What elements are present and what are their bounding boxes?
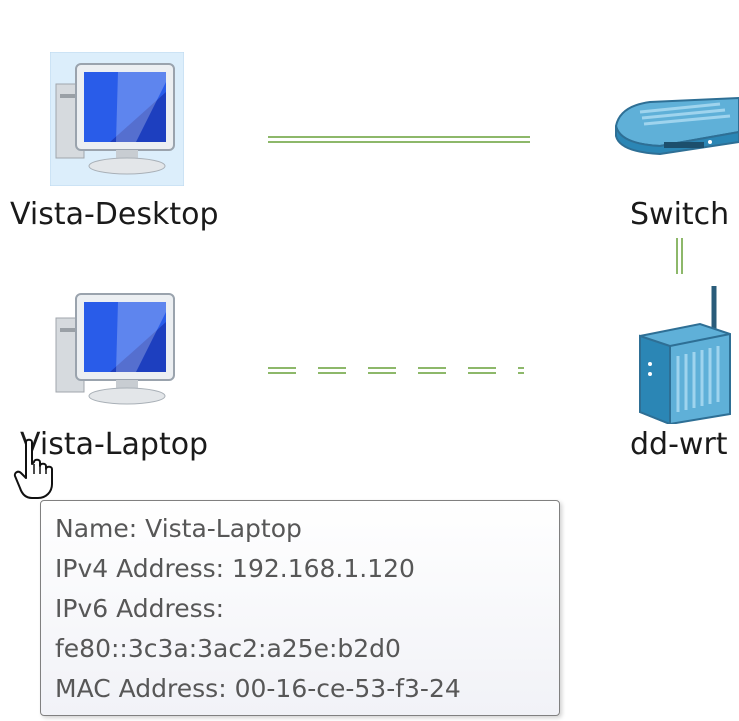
tooltip-name-label: Name: [55, 514, 138, 543]
device-switch[interactable] [610, 92, 739, 162]
computer-icon [55, 293, 175, 405]
wireless-router-icon [639, 286, 731, 426]
tooltip-ipv6-row: IPv6 Address: [55, 589, 545, 629]
tooltip-mac-value: 00-16-ce-53-f3-24 [234, 674, 461, 703]
wired-link-switch-router [676, 238, 683, 274]
device-dd-wrt[interactable] [630, 284, 739, 426]
switch-icon [614, 96, 739, 156]
tooltip-ipv4-row: IPv4 Address: 192.168.1.120 [55, 549, 545, 589]
network-map: Vista-Desktop Switch Vista-Laptop dd-wrt… [0, 0, 739, 721]
computer-icon [49, 51, 185, 187]
device-label-vista-desktop: Vista-Desktop [10, 197, 219, 232]
tooltip-ipv6-value: fe80::3c3a:3ac2:a25e:b2d0 [55, 634, 401, 663]
tooltip-ipv4-value: 192.168.1.120 [232, 554, 415, 583]
tooltip-name-value: Vista-Laptop [145, 514, 302, 543]
tooltip-name-row: Name: Vista-Laptop [55, 509, 545, 549]
device-info-tooltip: Name: Vista-Laptop IPv4 Address: 192.168… [40, 500, 560, 716]
device-label-dd-wrt: dd-wrt [630, 427, 728, 462]
tooltip-ipv6-value-row: fe80::3c3a:3ac2:a25e:b2d0 [55, 629, 545, 669]
tooltip-ipv4-label: IPv4 Address: [55, 554, 225, 583]
tooltip-mac-row: MAC Address: 00-16-ce-53-f3-24 [55, 669, 545, 709]
tooltip-ipv6-label: IPv6 Address: [55, 594, 225, 623]
wireless-link-laptop-router [268, 367, 524, 374]
hand-pointer-icon [13, 438, 53, 499]
wired-link-desktop-switch [268, 136, 530, 143]
tooltip-mac-label: MAC Address: [55, 674, 227, 703]
device-vista-laptop[interactable] [50, 286, 184, 416]
device-vista-desktop[interactable] [49, 51, 185, 187]
device-label-switch: Switch [630, 197, 730, 232]
